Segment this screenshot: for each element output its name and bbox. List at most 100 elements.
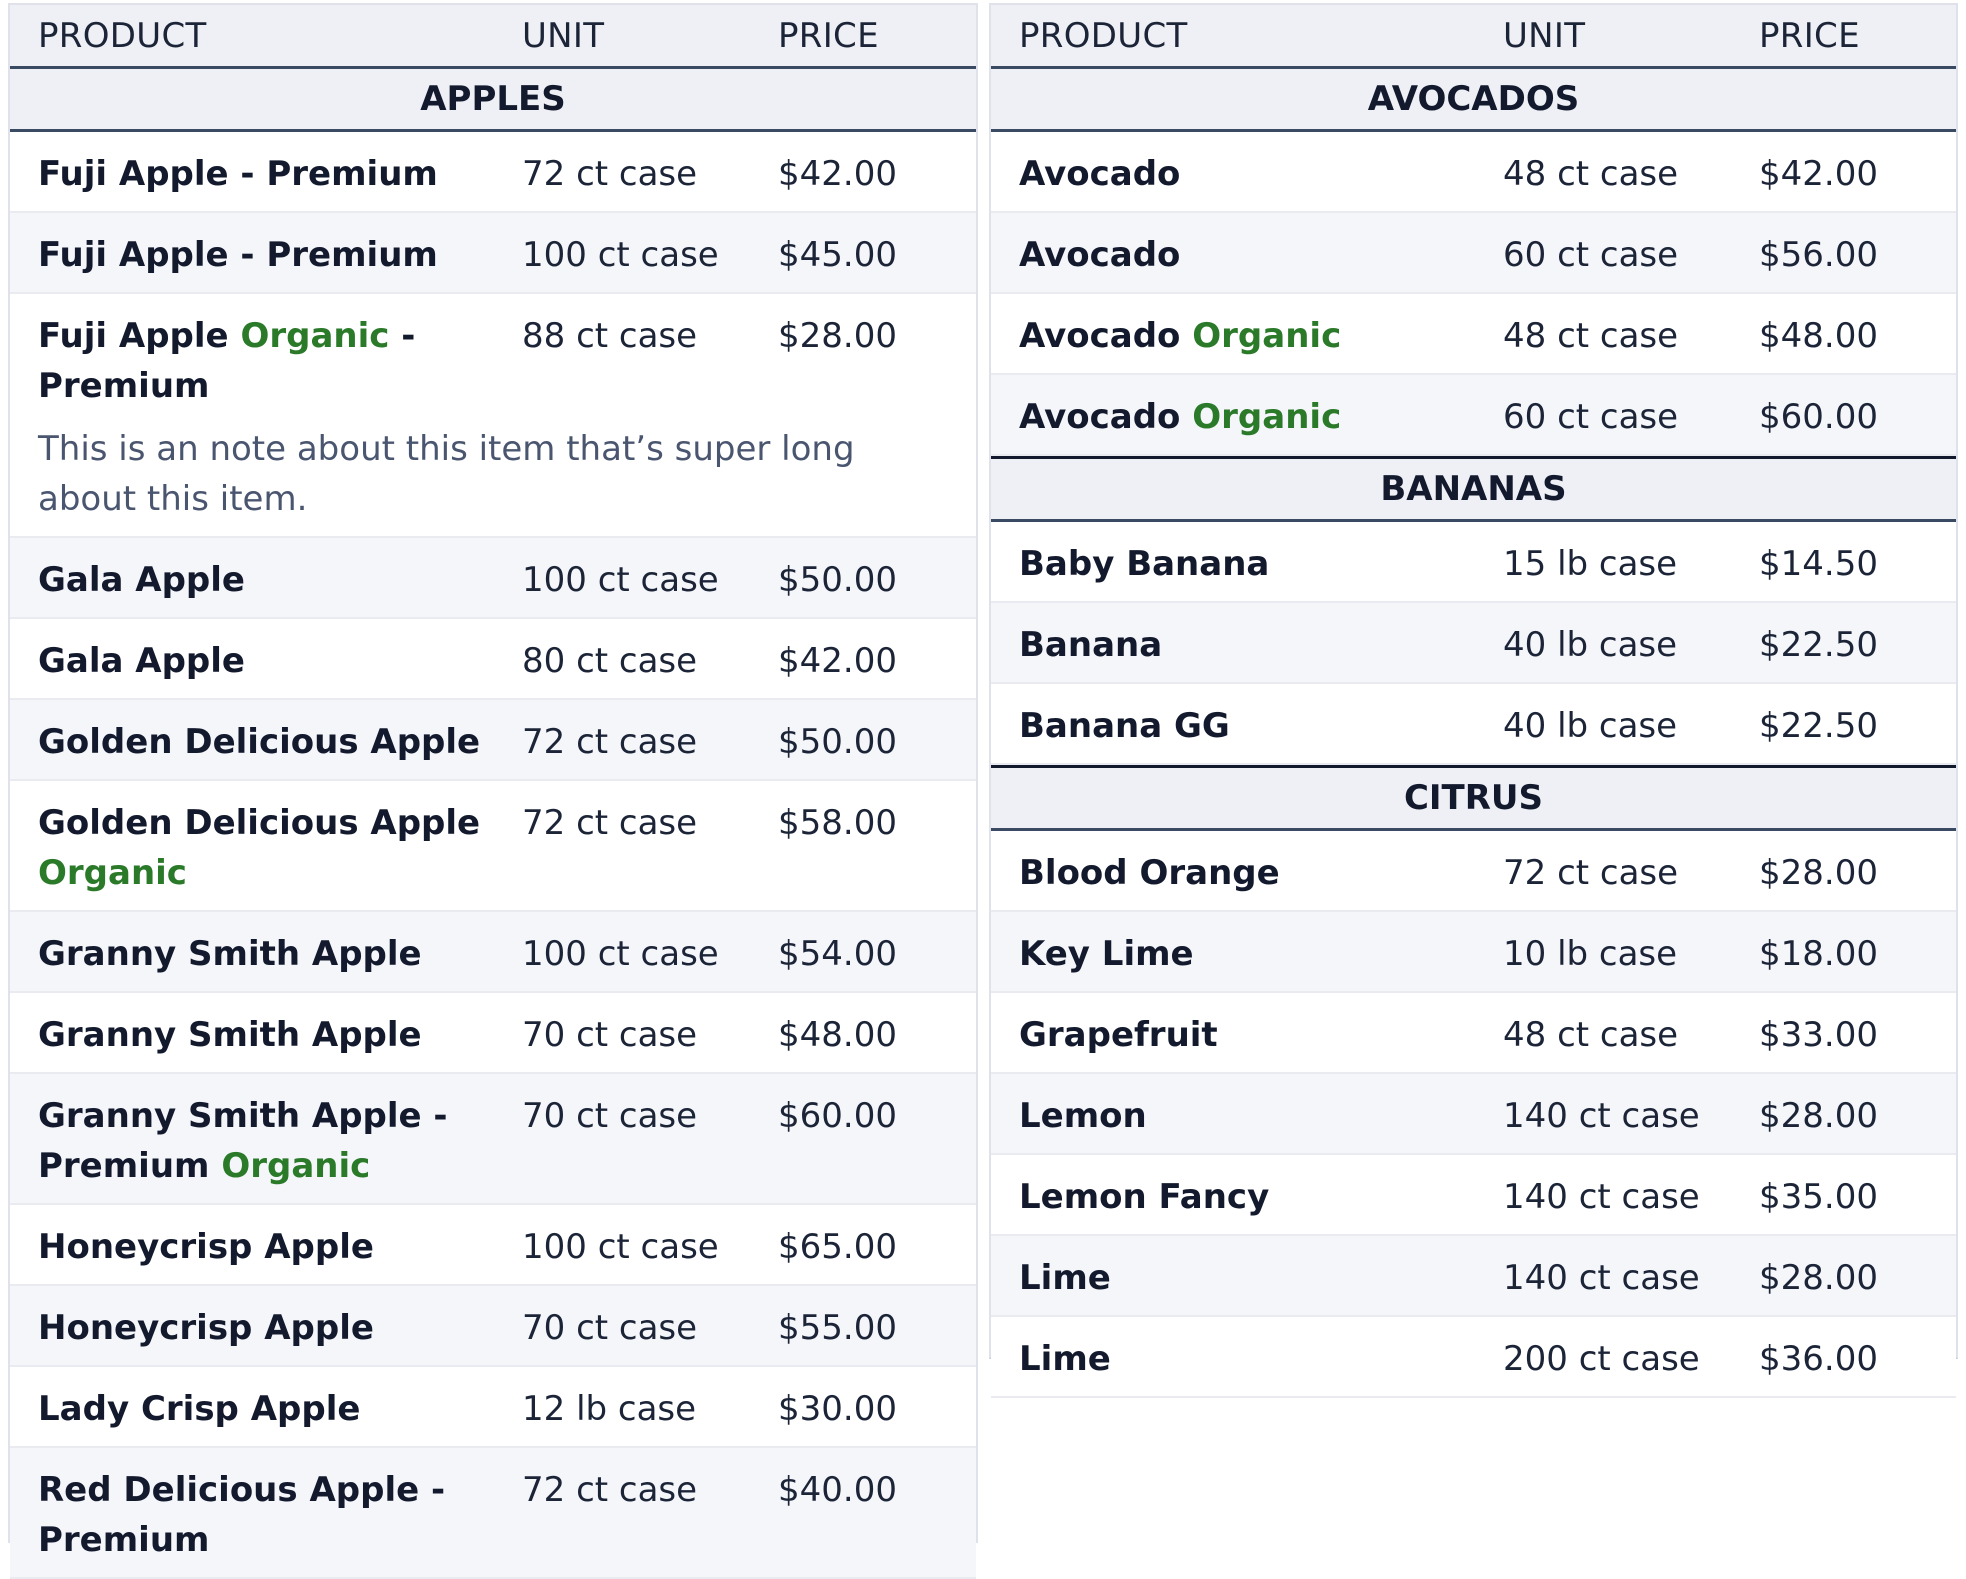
table-row: Key Lime 10 lb case $18.00 xyxy=(991,912,1956,993)
table-row: Golden Delicious Apple 72 ct case $50.00 xyxy=(10,700,976,781)
unit-size: 70 ct case xyxy=(522,1015,698,1055)
unit-size: 60 ct case xyxy=(1503,397,1679,437)
price: $65.00 xyxy=(778,1227,897,1267)
price: $28.00 xyxy=(1759,1096,1878,1136)
table-row: Lady Crisp Apple 12 lb case $30.00 xyxy=(10,1367,976,1448)
price: $28.00 xyxy=(1759,1258,1878,1298)
unit-size: 72 ct case xyxy=(1503,853,1679,893)
price-table-right: PRODUCT UNIT PRICE AVOCADOS Avocado 48 ct … xyxy=(989,3,1958,1398)
item-note: This is an note about this item that’s s… xyxy=(38,429,855,519)
table-row: Fuji Apple - Premium 100 ct case $45.00 xyxy=(10,213,976,294)
table-row: Avocado Organic 48 ct case $48.00 xyxy=(991,294,1956,375)
product-name: Granny Smith Apple - Premium Organic xyxy=(10,1091,522,1191)
column-header-price: PRICE xyxy=(1759,15,1860,56)
unit-size: 12 lb case xyxy=(522,1389,697,1429)
category-header: BANANAS xyxy=(991,456,1956,522)
unit-size: 88 ct case xyxy=(522,316,698,356)
product-name-text: Avocado xyxy=(1019,316,1193,356)
table-row: Granny Smith Apple 100 ct case $54.00 xyxy=(10,912,976,993)
price: $33.00 xyxy=(1759,1015,1878,1055)
organic-label: Organic xyxy=(221,1146,371,1186)
table-row: Gala Apple 80 ct case $42.00 xyxy=(10,619,976,700)
product-name: Granny Smith Apple xyxy=(38,934,422,974)
product-name: Grapefruit xyxy=(1019,1015,1218,1055)
product-name: Fuji Apple - Premium xyxy=(38,154,438,194)
product-name: Gala Apple xyxy=(38,560,245,600)
table-row: Red Delicious Apple - Premium 72 ct case $… xyxy=(10,1448,976,1579)
unit-size: 140 ct case xyxy=(1503,1096,1700,1136)
price: $36.00 xyxy=(1759,1339,1878,1379)
price: $50.00 xyxy=(778,722,897,762)
product-name-text: Fuji Apple xyxy=(38,316,241,356)
category-header: APPLES xyxy=(10,69,976,132)
unit-size: 200 ct case xyxy=(1503,1339,1700,1379)
price: $35.00 xyxy=(1759,1177,1878,1217)
table-row: Grapefruit 48 ct case $33.00 xyxy=(991,993,1956,1074)
column-header-product: PRODUCT xyxy=(1019,15,1188,56)
product-name: Honeycrisp Apple xyxy=(38,1308,374,1348)
product-name: Lime xyxy=(1019,1339,1111,1379)
price: $56.00 xyxy=(1759,235,1878,275)
price: $55.00 xyxy=(778,1308,897,1348)
unit-size: 70 ct case xyxy=(522,1308,698,1348)
unit-size: 60 ct case xyxy=(1503,235,1679,275)
product-name: Honeycrisp Apple xyxy=(38,1227,374,1267)
right-table-body: AVOCADOS Avocado 48 ct case $42.00 Avocado 60… xyxy=(991,69,1956,1398)
product-name-text: Golden Delicious Apple xyxy=(38,803,481,843)
left-table-body: APPLES Fuji Apple - Premium 72 ct case $42.… xyxy=(10,69,976,1579)
organic-label: Organic xyxy=(1192,316,1342,356)
product-name: Avocado Organic xyxy=(991,311,1503,361)
unit-size: 140 ct case xyxy=(1503,1177,1700,1217)
price: $18.00 xyxy=(1759,934,1878,974)
table-row: Baby Banana 15 lb case $14.50 xyxy=(991,522,1956,603)
organic-label: Organic xyxy=(38,853,187,893)
price: $50.00 xyxy=(778,560,897,600)
unit-size: 72 ct case xyxy=(522,154,698,194)
product-name: Gala Apple xyxy=(38,641,245,681)
table-row: Avocado Organic 60 ct case $60.00 xyxy=(991,375,1956,456)
organic-label: Organic xyxy=(1192,397,1342,437)
product-name: Golden Delicious Apple Organic xyxy=(10,798,522,898)
price-list-sheet: PRODUCT UNIT PRICE APPLES Fuji Apple - Pr… xyxy=(0,0,1966,1579)
price: $28.00 xyxy=(778,316,897,356)
column-header-unit: UNIT xyxy=(1503,15,1586,56)
table-row: Fuji Apple Organic - Premium This is an n… xyxy=(10,294,976,538)
product-name: Avocado xyxy=(1019,154,1181,194)
table-row: Avocado 48 ct case $42.00 xyxy=(991,132,1956,213)
category-header: CITRUS xyxy=(991,765,1956,831)
unit-size: 15 lb case xyxy=(1503,544,1678,584)
table-row: Banana 40 lb case $22.50 xyxy=(991,603,1956,684)
unit-size: 10 lb case xyxy=(1503,934,1678,974)
price: $22.50 xyxy=(1759,625,1878,665)
price: $54.00 xyxy=(778,934,897,974)
price: $40.00 xyxy=(778,1470,897,1510)
column-header-row: PRODUCT UNIT PRICE xyxy=(10,5,976,69)
column-header-price: PRICE xyxy=(778,15,879,56)
table-row: Granny Smith Apple 70 ct case $48.00 xyxy=(10,993,976,1074)
table-row: Lime 140 ct case $28.00 xyxy=(991,1236,1956,1317)
price: $45.00 xyxy=(778,235,897,275)
product-name: Avocado xyxy=(1019,235,1181,275)
unit-size: 72 ct case xyxy=(522,722,698,762)
product-name: Key Lime xyxy=(1019,934,1194,974)
unit-size: 100 ct case xyxy=(522,560,719,600)
table-row: Lemon 140 ct case $28.00 xyxy=(991,1074,1956,1155)
price: $60.00 xyxy=(1759,397,1878,437)
product-name: Lime xyxy=(1019,1258,1111,1298)
table-row: Lemon Fancy 140 ct case $35.00 xyxy=(991,1155,1956,1236)
unit-size: 100 ct case xyxy=(522,235,719,275)
table-row: Honeycrisp Apple 70 ct case $55.00 xyxy=(10,1286,976,1367)
price: $22.50 xyxy=(1759,706,1878,746)
column-header-product: PRODUCT xyxy=(38,15,207,56)
column-header-row: PRODUCT UNIT PRICE xyxy=(991,5,1956,69)
product-name: Golden Delicious Apple xyxy=(38,722,481,762)
product-name-text: Avocado xyxy=(1019,397,1193,437)
table-row: Honeycrisp Apple 100 ct case $65.00 xyxy=(10,1205,976,1286)
unit-size: 40 lb case xyxy=(1503,625,1678,665)
price-table-left: PRODUCT UNIT PRICE APPLES Fuji Apple - Pr… xyxy=(8,3,978,1579)
product-name: Lemon xyxy=(1019,1096,1147,1136)
unit-size: 100 ct case xyxy=(522,1227,719,1267)
table-row: Blood Orange 72 ct case $28.00 xyxy=(991,831,1956,912)
price: $48.00 xyxy=(778,1015,897,1055)
organic-label: Organic xyxy=(240,316,390,356)
